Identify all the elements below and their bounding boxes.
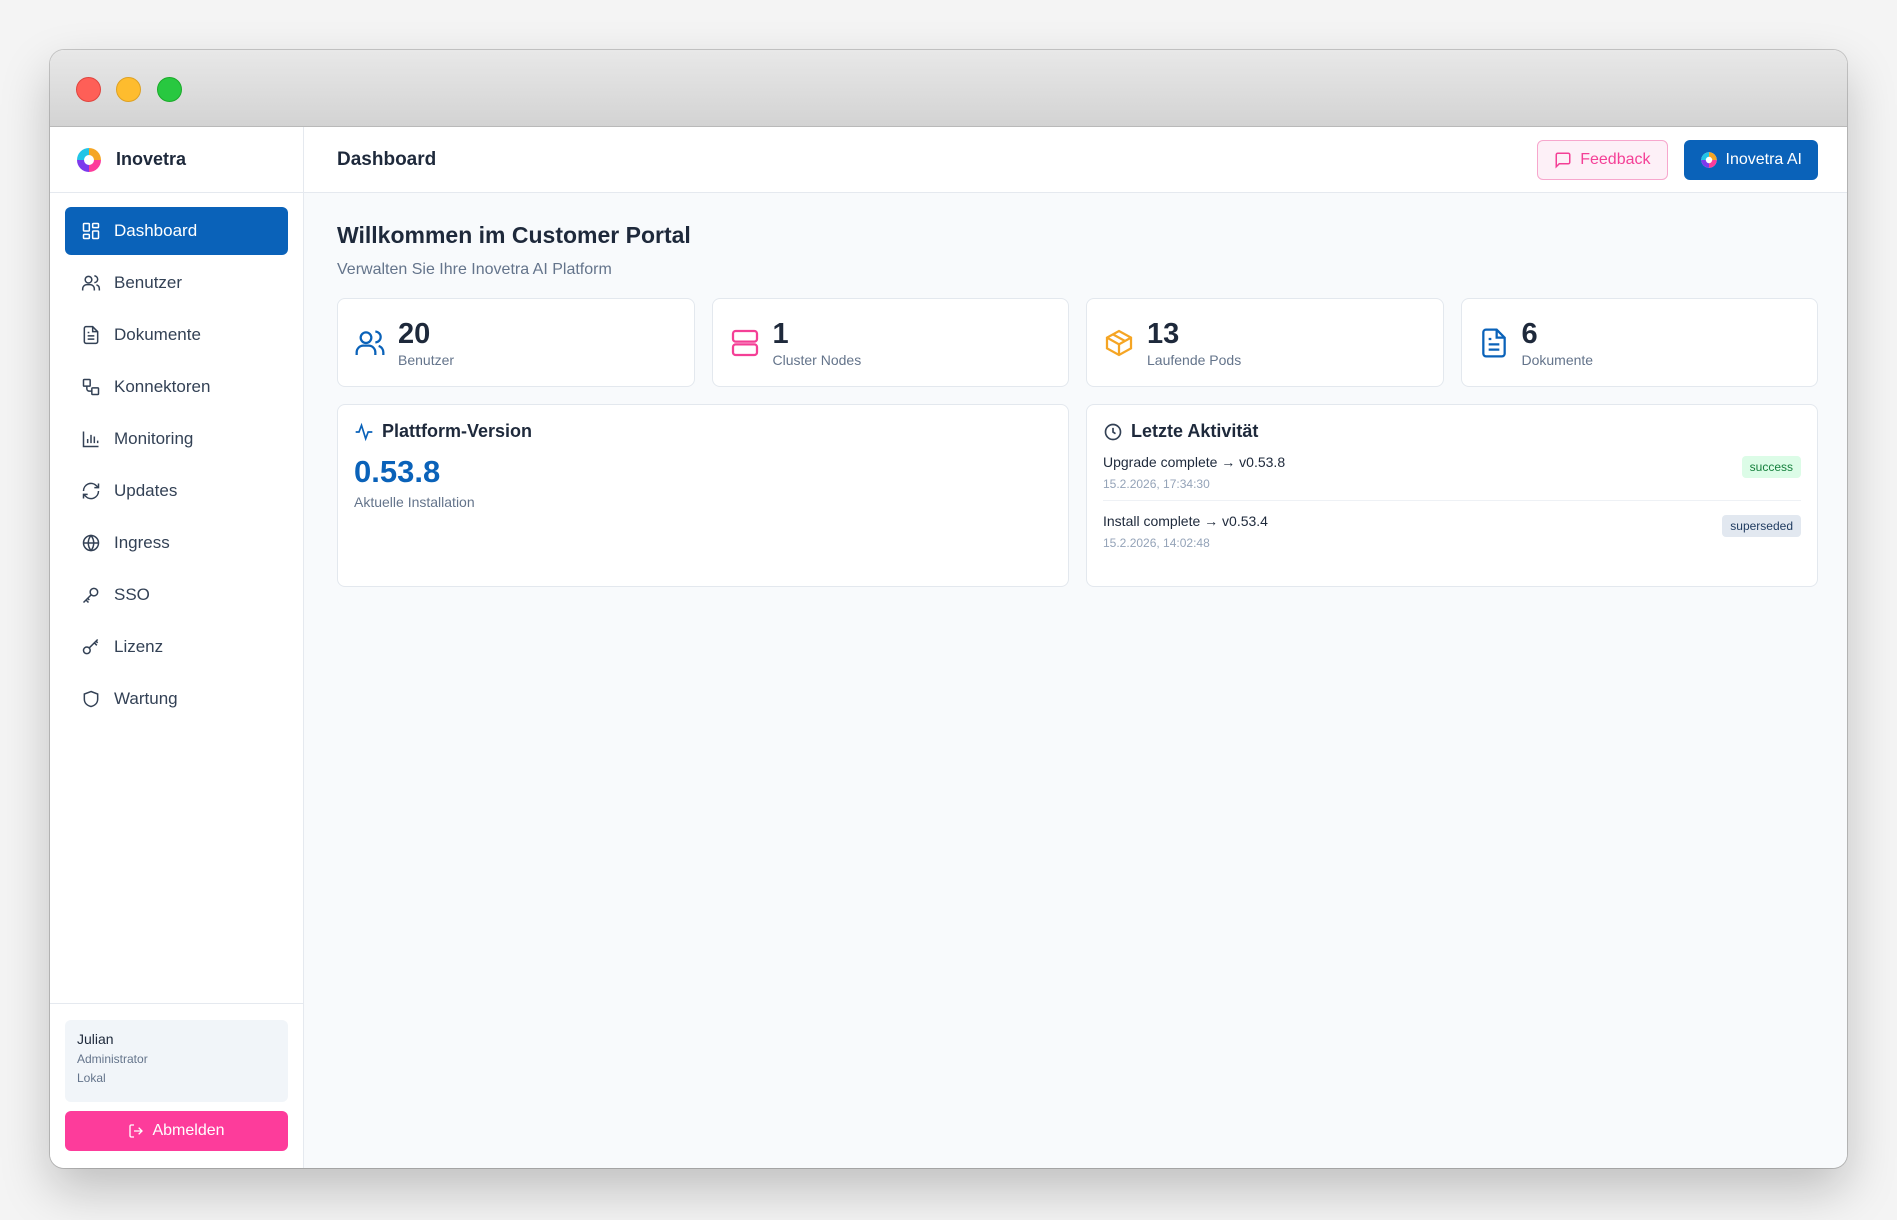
sidebar-item-label: Monitoring	[114, 429, 194, 448]
top-bar: Dashboard Feedback Inovetra AI	[304, 127, 1847, 193]
welcome-subtitle: Verwalten Sie Ihre Inovetra AI Platform	[337, 261, 612, 278]
user-role: Administrator	[77, 1052, 148, 1066]
bar-chart-icon	[81, 429, 101, 449]
sidebar-item-label: Dashboard	[114, 221, 198, 240]
sidebar-item-label: Updates	[114, 481, 178, 500]
sidebar-item-label: Dokumente	[114, 325, 201, 344]
sidebar-item-monitoring[interactable]: Monitoring	[65, 415, 288, 463]
main-area: Dashboard Feedback Inovetra AI Willkomme…	[304, 127, 1847, 1168]
sidebar-nav: Dashboard Benutzer Dokumente Konnektoren	[50, 193, 303, 723]
activity-item: Upgrade complete → v0.53.8 15.2.2026, 17…	[1103, 442, 1801, 500]
user-name: Julian	[77, 1031, 114, 1047]
stat-card-documents: 6 Dokumente	[1460, 298, 1818, 387]
activity-item: Install complete → v0.53.4 15.2.2026, 14…	[1103, 500, 1801, 559]
user-card: Julian Administrator Lokal	[65, 1020, 288, 1102]
maximize-window-button[interactable]	[157, 77, 182, 102]
inovetra-ai-button[interactable]: Inovetra AI	[1683, 139, 1818, 180]
stat-value: 6	[1521, 317, 1538, 350]
logout-button[interactable]: Abmelden	[65, 1111, 288, 1151]
panel-title: Plattform-Version	[382, 421, 533, 441]
activity-time: 15.2.2026, 14:02:48	[1103, 536, 1210, 550]
sidebar-item-lizenz[interactable]: Lizenz	[65, 623, 288, 671]
inovetra-logo-icon	[1700, 151, 1718, 169]
version-value: 0.53.8	[354, 454, 441, 489]
document-icon	[81, 325, 101, 345]
sidebar-item-benutzer[interactable]: Benutzer	[65, 259, 288, 307]
server-icon	[729, 327, 761, 359]
license-key-icon	[81, 637, 101, 657]
sidebar-item-ingress[interactable]: Ingress	[65, 519, 288, 567]
sidebar-item-label: Konnektoren	[114, 377, 211, 396]
sidebar-item-dashboard[interactable]: Dashboard	[65, 207, 288, 255]
activity-title: Install complete → v0.53.4	[1103, 513, 1268, 529]
sidebar-item-sso[interactable]: SSO	[65, 571, 288, 619]
stat-value: 13	[1147, 317, 1180, 350]
feedback-label: Feedback	[1580, 150, 1651, 168]
document-icon	[1478, 327, 1510, 359]
dashboard-content: Willkommen im Customer Portal Verwalten …	[304, 193, 1847, 587]
clock-icon	[1103, 422, 1123, 442]
globe-icon	[81, 533, 101, 553]
sidebar-item-label: Benutzer	[114, 273, 183, 292]
close-window-button[interactable]	[76, 77, 101, 102]
key-icon	[81, 585, 101, 605]
sidebar-item-konnektoren[interactable]: Konnektoren	[65, 363, 288, 411]
shield-icon	[81, 689, 101, 709]
package-icon	[1103, 327, 1135, 359]
stat-value: 1	[772, 317, 789, 350]
page-title: Dashboard	[337, 148, 437, 170]
logout-icon	[128, 1123, 144, 1139]
inovetra-ai-label: Inovetra AI	[1725, 150, 1803, 168]
stat-card-pods: 13 Laufende Pods	[1086, 298, 1444, 387]
activity-pulse-icon	[354, 422, 374, 442]
activity-time: 15.2.2026, 17:34:30	[1103, 477, 1210, 491]
feedback-button[interactable]: Feedback	[1537, 139, 1668, 180]
brand: Inovetra	[50, 127, 303, 193]
users-icon	[81, 273, 101, 293]
stats-row: 20 Benutzer 1 Cluster Nodes 13 Laufende …	[337, 298, 1818, 387]
status-badge: superseded	[1722, 515, 1801, 537]
user-source: Lokal	[77, 1071, 106, 1085]
dashboard-icon	[81, 221, 101, 241]
sidebar-item-wartung[interactable]: Wartung	[65, 675, 288, 723]
version-label: Aktuelle Installation	[354, 494, 475, 510]
sidebar-item-dokumente[interactable]: Dokumente	[65, 311, 288, 359]
stat-label: Dokumente	[1521, 351, 1594, 368]
users-icon	[354, 327, 386, 359]
platform-version-panel: Plattform-Version 0.53.8 Aktuelle Instal…	[337, 404, 1069, 587]
window-titlebar	[50, 50, 1847, 127]
inovetra-logo-icon	[75, 146, 103, 174]
sidebar-item-label: Lizenz	[114, 637, 164, 656]
stat-label: Laufende Pods	[1147, 351, 1242, 368]
stat-value: 20	[398, 317, 431, 350]
connector-icon	[81, 377, 101, 397]
refresh-icon	[81, 481, 101, 501]
brand-name: Inovetra	[116, 149, 187, 169]
sidebar-footer: Julian Administrator Lokal Abmelden	[50, 1003, 303, 1168]
logout-label: Abmelden	[152, 1122, 225, 1139]
minimize-window-button[interactable]	[116, 77, 141, 102]
sidebar: Inovetra Dashboard Benutzer Dokumente Ko…	[50, 127, 304, 1168]
sidebar-item-label: Ingress	[114, 533, 170, 552]
status-badge: success	[1741, 456, 1801, 478]
sidebar-item-label: Wartung	[114, 689, 178, 708]
stat-label: Benutzer	[398, 351, 455, 368]
welcome-title: Willkommen im Customer Portal	[337, 222, 691, 248]
sidebar-item-label: SSO	[114, 585, 150, 604]
stat-card-users: 20 Benutzer	[337, 298, 695, 387]
recent-activity-panel: Letzte Aktivität Upgrade complete → v0.5…	[1086, 404, 1818, 587]
app-window: Inovetra Dashboard Benutzer Dokumente Ko…	[50, 50, 1847, 1168]
stat-label: Cluster Nodes	[772, 351, 862, 368]
message-icon	[1554, 151, 1572, 169]
panel-title: Letzte Aktivität	[1131, 421, 1259, 441]
panels-row: Plattform-Version 0.53.8 Aktuelle Instal…	[337, 404, 1818, 587]
activity-title: Upgrade complete → v0.53.8	[1103, 454, 1286, 470]
sidebar-item-updates[interactable]: Updates	[65, 467, 288, 515]
stat-card-cluster-nodes: 1 Cluster Nodes	[711, 298, 1069, 387]
